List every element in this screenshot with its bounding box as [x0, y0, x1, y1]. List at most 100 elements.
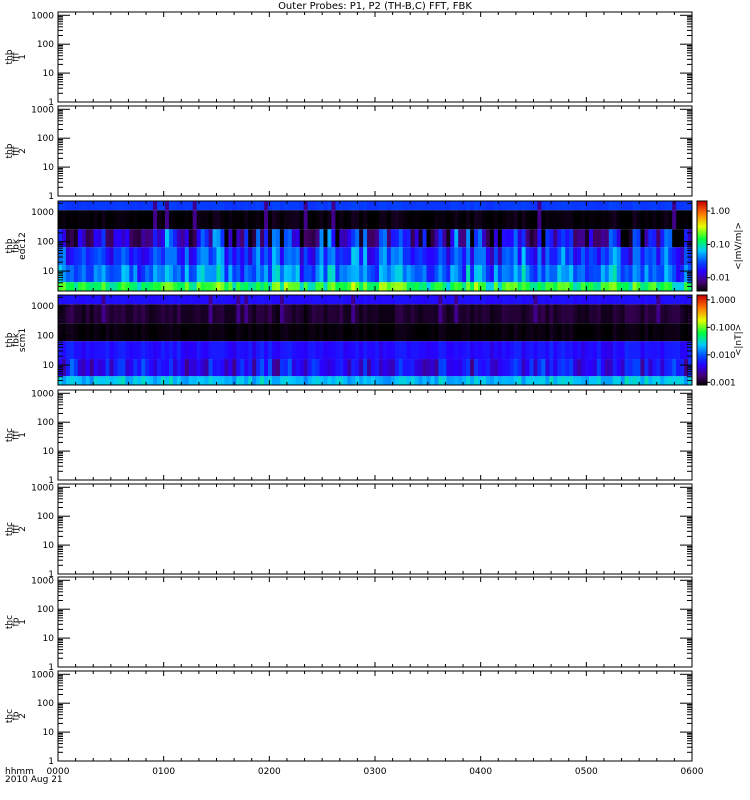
spectrogram-cell — [553, 282, 558, 291]
spectrogram-cell — [458, 229, 463, 248]
spectrogram-cell — [240, 282, 245, 291]
spectrogram-cell — [426, 201, 431, 211]
spectrogram-cell — [458, 295, 463, 305]
spectrogram-cell — [200, 376, 206, 385]
spectrogram-cell — [422, 265, 427, 283]
spectrogram-cell — [592, 304, 598, 324]
spectrogram-cell — [616, 229, 622, 248]
spectrogram-cell — [141, 359, 146, 377]
spectrogram-cell — [212, 341, 217, 360]
spectrogram-cell — [664, 210, 669, 230]
spectrogram-cell — [125, 265, 130, 283]
spectrogram-cell — [315, 323, 320, 342]
spectrogram-cell — [644, 247, 649, 266]
spectrogram-cell — [216, 304, 221, 324]
spectrogram-cell — [327, 247, 332, 266]
spectrogram-cell — [680, 376, 685, 385]
spectrogram-cell — [636, 323, 641, 342]
spectrogram-cell — [470, 323, 475, 342]
spectrogram-cell — [113, 229, 118, 248]
spectrogram-cell — [220, 210, 225, 230]
spectrogram-cell — [434, 201, 439, 211]
spectrogram-cell — [212, 247, 217, 266]
spectrogram-cell — [275, 210, 281, 230]
spectrogram-cell — [85, 247, 91, 266]
spectrogram-cell — [505, 247, 511, 266]
spectrogram-cell — [192, 323, 198, 342]
spectrogram-cell — [184, 282, 190, 291]
spectrogram-cell — [240, 376, 245, 385]
y-tick-label: 1000 — [31, 483, 54, 493]
spectrogram-cell — [81, 229, 87, 248]
spectrogram-cell — [668, 376, 673, 385]
spectrogram-cell — [375, 359, 380, 377]
spectrogram-cell — [176, 265, 182, 283]
spectrogram-cell — [236, 295, 241, 305]
spectrogram-cell — [347, 265, 352, 283]
spectrogram-cell — [493, 304, 499, 324]
spectrogram-cell — [347, 295, 352, 305]
spectrogram-cell — [394, 229, 400, 248]
x-tick-label: 0300 — [364, 767, 387, 777]
spectrogram-cell — [394, 247, 400, 266]
spectrogram-cell — [394, 282, 400, 291]
panel-label-line: 1 — [18, 619, 28, 625]
spectrogram-cell — [489, 247, 495, 266]
spectrogram-cell — [188, 210, 194, 230]
spectrogram-cell — [470, 201, 475, 211]
spectrogram-cell — [414, 229, 419, 248]
panel-frame — [57, 389, 693, 481]
spectrogram-cell — [406, 210, 412, 230]
spectrogram-cell — [268, 229, 273, 248]
spectrogram-cell — [600, 376, 606, 385]
spectrogram-cell — [105, 265, 110, 283]
spectrogram-cell — [220, 304, 225, 324]
spectrogram-cell — [367, 376, 372, 385]
spectrogram-cell — [430, 359, 435, 377]
spectrogram-cell — [271, 323, 277, 342]
spectrogram-cell — [561, 201, 566, 211]
spectrogram-cell — [307, 201, 312, 211]
spectrogram-cell — [343, 376, 348, 385]
spectrogram-cell — [672, 341, 677, 360]
fbk-plot: Outer Probes: P1, P2 (TH-B,C) FFT, FBK 1… — [5, 1, 744, 785]
spectrogram-cell — [485, 295, 491, 305]
spectrogram-cell — [307, 359, 312, 377]
spectrogram-cell — [541, 201, 546, 211]
spectrogram-cell — [359, 376, 364, 385]
spectrogram-cell — [604, 282, 610, 291]
spectrogram-cell — [668, 323, 673, 342]
spectrogram-cell — [426, 359, 431, 377]
spectrogram-cell — [604, 210, 610, 230]
spectrogram-cell — [600, 282, 606, 291]
spectrogram-cell — [256, 295, 261, 305]
spectrogram-cell — [145, 210, 150, 230]
spectrogram-cell — [378, 247, 384, 266]
spectrogram-cell — [161, 229, 166, 248]
spectrogram-cell — [212, 323, 217, 342]
spectrogram-cell — [382, 265, 388, 283]
spectrogram-cell — [252, 229, 257, 248]
spectrogram-cell — [418, 323, 423, 342]
spectrogram-cell — [438, 359, 443, 377]
spectrogram-cell — [418, 359, 423, 377]
spectrogram-cell — [438, 265, 443, 283]
spectrogram-cell — [164, 341, 170, 360]
spectrogram-cell — [327, 229, 332, 248]
spectrogram-cell — [489, 229, 495, 248]
x-tick-label: 0200 — [258, 767, 281, 777]
spectrogram-cell — [216, 323, 221, 342]
spectrogram-cell — [505, 265, 511, 283]
spectrogram-cell — [192, 295, 198, 305]
spectrogram-cell — [220, 201, 225, 211]
spectrogram-cell — [533, 341, 538, 360]
spectrogram-cell — [363, 341, 368, 360]
spectrogram-cell — [200, 341, 206, 360]
spectrogram-cell — [228, 201, 233, 211]
spectrogram-cell — [450, 295, 455, 305]
spectrogram-cell — [228, 359, 233, 377]
spectrogram-cell — [497, 304, 503, 324]
spectrogram-cell — [616, 210, 622, 230]
spectrogram-cell — [668, 247, 673, 266]
spectrogram-cell — [375, 295, 380, 305]
